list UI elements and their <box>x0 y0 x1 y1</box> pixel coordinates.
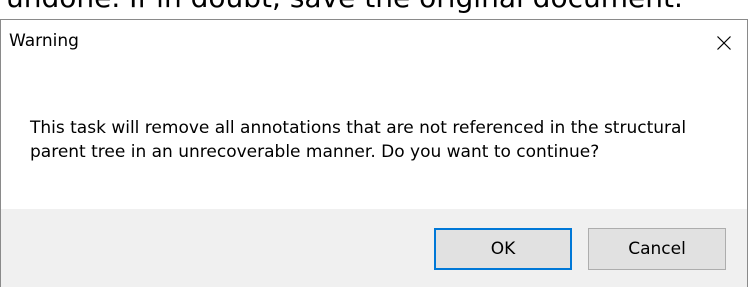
dialog-message: This task will remove all annotations th… <box>30 118 687 162</box>
ok-button[interactable]: OK <box>434 228 572 270</box>
background-document-text: undone. If in doubt, save the original d… <box>6 0 683 16</box>
dialog-title: Warning <box>9 31 79 51</box>
close-icon <box>717 36 731 50</box>
warning-dialog: Warning This task will remove all annota… <box>0 19 748 287</box>
dialog-footer: OK Cancel <box>1 209 747 287</box>
cancel-button[interactable]: Cancel <box>588 228 726 270</box>
page: undone. If in doubt, save the original d… <box>0 0 749 287</box>
close-button[interactable] <box>701 20 747 66</box>
dialog-titlebar: Warning <box>1 20 747 66</box>
